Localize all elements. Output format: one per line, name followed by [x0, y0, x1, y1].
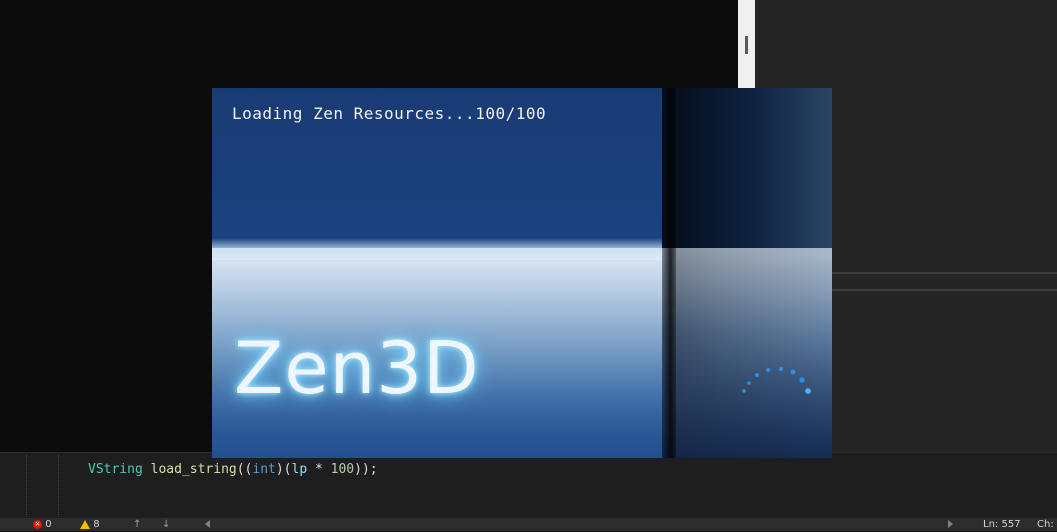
loading-status-text: Loading Zen Resources...100/100: [232, 104, 547, 123]
scroll-right-icon[interactable]: [948, 520, 953, 532]
code-number-token: 100: [330, 462, 355, 477]
splash-screen: Loading Zen Resources...100/100 Zen3D: [212, 88, 832, 458]
panel-divider: [831, 289, 1057, 291]
code-keyword-token: int: [252, 462, 276, 477]
warning-icon: [80, 519, 90, 529]
char-indicator: Ch:: [1037, 519, 1054, 530]
side-panel-upper: [662, 88, 832, 248]
code-punct-token: ((: [236, 462, 253, 477]
line-indicator: Ln: 557: [983, 519, 1021, 530]
warning-count[interactable]: 8: [80, 519, 100, 531]
indent-guide: [26, 455, 27, 517]
code-type-token: VString: [88, 462, 143, 477]
error-count[interactable]: × 0: [33, 519, 52, 531]
error-icon: ×: [33, 519, 42, 529]
code-function-token: load_string: [150, 462, 237, 477]
status-bar: × 0 8 ↑ ↓ Ln: 557 Ch:: [0, 518, 1057, 531]
loading-spinner-icon: [742, 366, 811, 394]
scroll-left-icon[interactable]: [205, 520, 210, 532]
code-operator-token: *: [307, 462, 331, 477]
zen3d-logo: Zen3D: [234, 326, 480, 410]
side-panel-lower: [662, 248, 832, 458]
arrow-down-icon[interactable]: ↓: [162, 519, 170, 531]
code-line[interactable]: VString load_string((int)(lp * 100));: [88, 462, 378, 477]
warning-count-label: 8: [93, 519, 100, 530]
error-count-label: 0: [45, 519, 52, 530]
side-panel-edge: [662, 88, 676, 458]
scrollbar-thumb[interactable]: [745, 36, 748, 54]
code-variable-token: lp: [291, 462, 308, 477]
vertical-scrollbar[interactable]: [738, 0, 755, 88]
code-punct-token: )(: [275, 462, 292, 477]
code-punct-token: ));: [354, 462, 378, 477]
indent-guide: [58, 455, 59, 517]
panel-divider: [831, 272, 1057, 274]
arrow-up-icon[interactable]: ↑: [133, 519, 141, 531]
code-editor[interactable]: VString load_string((int)(lp * 100));: [0, 452, 1057, 519]
